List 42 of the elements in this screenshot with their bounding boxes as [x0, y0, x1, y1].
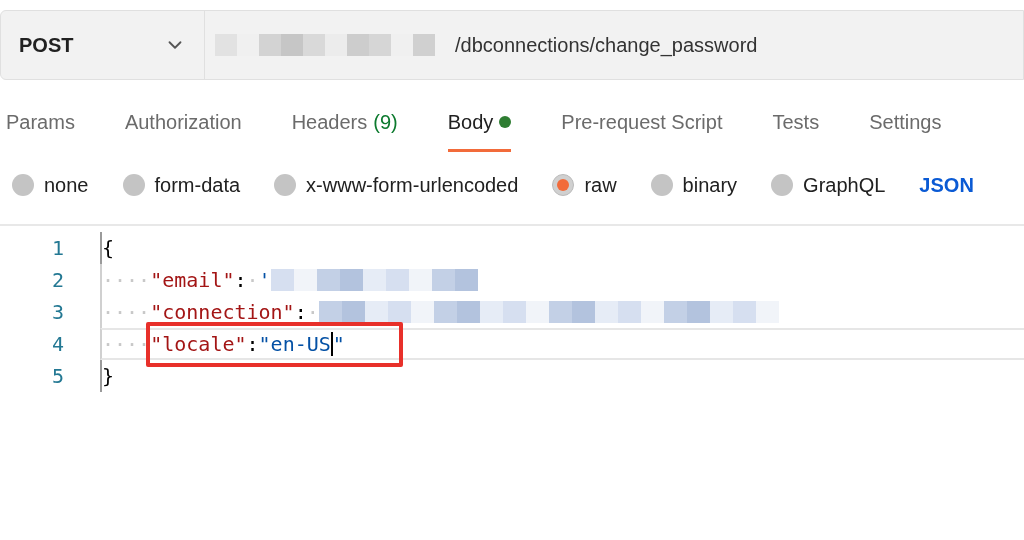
tab[interactable]: Authorization [124, 107, 242, 152]
json-string: "en-US [258, 331, 331, 358]
json-string: ' [258, 267, 271, 294]
line-number: 3 [50, 299, 64, 326]
tab[interactable]: Headers (9) [291, 107, 398, 152]
json-key: "locale" [150, 329, 247, 359]
tab[interactable]: Pre-request Script [561, 107, 723, 152]
whitespace-marker: ···· [102, 331, 151, 358]
code-punctuation: : [294, 299, 307, 326]
code-punctuation: : [246, 331, 259, 358]
radio-option[interactable]: none [12, 170, 89, 200]
radio-option[interactable]: GraphQL [771, 170, 886, 200]
radio-option[interactable]: x-www-form-urlencoded [274, 170, 519, 200]
json-string: " [332, 331, 345, 358]
line-number: 1 [50, 235, 64, 262]
code-punctuation: { [102, 235, 115, 262]
whitespace-marker: ···· [102, 267, 151, 294]
whitespace-marker: · [306, 299, 319, 326]
radio-button[interactable] [12, 174, 34, 196]
code-punctuation: } [102, 363, 115, 390]
json-key: "email" [150, 265, 235, 295]
radio-button[interactable] [274, 174, 297, 196]
line-number: 5 [50, 363, 64, 390]
radio-option[interactable]: raw [552, 170, 617, 200]
radio-button[interactable] [122, 174, 145, 196]
radio-button[interactable] [650, 174, 673, 196]
radio-option[interactable]: form-data [122, 170, 241, 200]
format-dropdown[interactable]: JSON [919, 170, 974, 200]
code-punctuation: : [234, 267, 247, 294]
line-number: 2 [50, 267, 64, 294]
whitespace-marker: · [246, 267, 259, 294]
tab[interactable]: Tests [772, 107, 820, 152]
tab[interactable]: Body [447, 107, 512, 152]
text-cursor [330, 332, 333, 356]
json-key: "connection" [150, 297, 295, 327]
whitespace-marker: ···· [102, 299, 151, 326]
radio-button[interactable] [552, 174, 575, 196]
line-number: 4 [50, 331, 64, 358]
tab[interactable]: Settings [869, 107, 942, 152]
tab[interactable]: Params [6, 107, 75, 152]
radio-option[interactable]: binary [650, 170, 738, 200]
radio-button[interactable] [771, 174, 794, 196]
